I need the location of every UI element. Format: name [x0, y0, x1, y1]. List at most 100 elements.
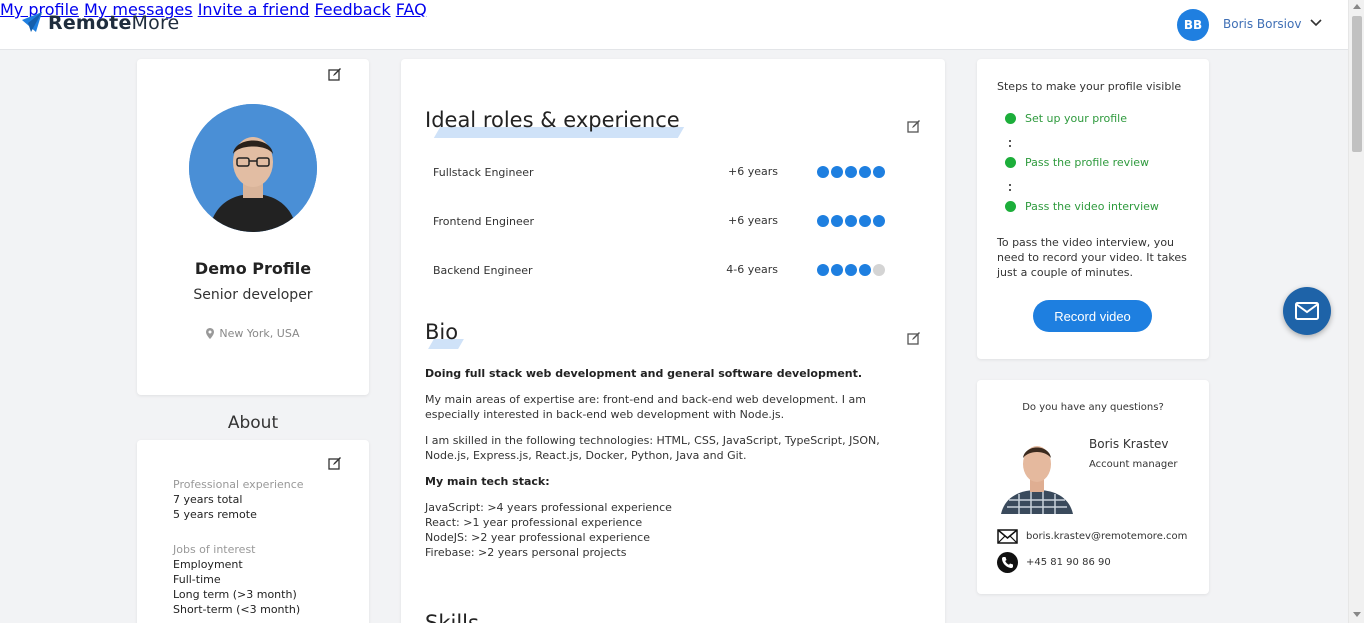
bio-stack-item: React: >1 year professional experience [425, 516, 643, 529]
role-name: Backend Engineer [433, 264, 533, 277]
level-dot-filled [817, 264, 829, 276]
bio-stack-item: Firebase: >2 years personal projects [425, 546, 627, 559]
contact-email[interactable]: boris.krastev@remotemore.com [997, 529, 1187, 544]
level-dot-filled [859, 166, 871, 178]
level-dot-filled [845, 215, 857, 227]
nav-invite-friend[interactable]: Invite a friend [198, 0, 310, 19]
manager-role: Account manager [1089, 459, 1178, 470]
about-value: Long term (>3 month) [173, 588, 297, 601]
bio-paragraph: My main areas of expertise are: front-en… [425, 393, 866, 421]
about-experience: Professional experience 7 years total 5 … [173, 477, 304, 522]
roles-title: Ideal roles & experience [425, 108, 680, 132]
record-video-button[interactable]: Record video [1033, 300, 1152, 332]
step-item: Pass the profile review [1005, 156, 1149, 169]
contact-card: Do you have any questions? Boris Krastev… [977, 380, 1209, 594]
about-card: Professional experience 7 years total 5 … [137, 440, 369, 623]
paper-plane-icon [22, 12, 42, 32]
scroll-down-arrow[interactable] [1353, 612, 1361, 617]
contact-phone[interactable]: +45 81 90 86 90 [997, 552, 1111, 573]
envelope-icon [997, 529, 1018, 544]
level-dot-empty [873, 264, 885, 276]
edit-icon[interactable] [907, 331, 921, 345]
chat-button[interactable] [1283, 287, 1331, 335]
scroll-up-arrow[interactable] [1353, 4, 1361, 9]
logo-text: RemoteMore [48, 12, 180, 34]
check-dot-icon [1005, 201, 1016, 212]
role-years: +6 years [728, 214, 778, 227]
email-text[interactable]: boris.krastev@remotemore.com [1026, 531, 1187, 542]
top-bar: RemoteMore My profile My messages Invite… [0, 0, 1348, 50]
role-years: 4-6 years [726, 263, 778, 276]
user-name[interactable]: Boris Borsiov [1223, 17, 1301, 31]
step-label: Pass the profile review [1025, 156, 1150, 169]
nav-feedback[interactable]: Feedback [314, 0, 390, 19]
check-dot-icon [1005, 157, 1016, 168]
role-level [817, 264, 887, 276]
phone-icon [997, 552, 1018, 573]
profile-name: Demo Profile [194, 259, 312, 278]
role-name: Fullstack Engineer [433, 166, 534, 179]
step-connector [1009, 140, 1012, 150]
about-label: Jobs of interest [173, 543, 256, 556]
main-card: Ideal roles & experience Fullstack Engin… [401, 59, 945, 623]
step-label: Pass the video interview [1025, 200, 1159, 213]
level-dot-filled [817, 166, 829, 178]
manager-name: Boris Krastev [1089, 437, 1169, 451]
logo[interactable]: RemoteMore [22, 12, 179, 34]
level-dot-filled [831, 264, 843, 276]
bio-stack-title: My main tech stack: [425, 475, 550, 488]
steps-note: To pass the video interview, you need to… [997, 236, 1187, 279]
about-value: Full-time [173, 573, 221, 586]
step-item: Set up your profile [1005, 112, 1127, 125]
steps-heading: Steps to make your profile visible [997, 80, 1182, 93]
role-level [817, 166, 887, 178]
role-row: Frontend Engineer +6 years [433, 211, 893, 231]
level-dot-filled [817, 215, 829, 227]
edit-icon[interactable] [328, 456, 342, 470]
step-connector [1009, 184, 1012, 194]
edit-icon[interactable] [907, 119, 921, 133]
bio-stack-item: NodeJS: >2 year professional experience [425, 531, 651, 544]
role-level [817, 215, 887, 227]
profile-location: New York, USA [137, 327, 369, 340]
location-text: New York, USA [219, 327, 300, 340]
edit-icon[interactable] [328, 67, 342, 81]
chevron-down-icon[interactable] [1310, 19, 1322, 27]
level-dot-filled [859, 215, 871, 227]
check-dot-icon [1005, 113, 1016, 124]
about-label: Professional experience [173, 478, 304, 491]
about-value: 7 years total [173, 493, 243, 506]
about-title: About [227, 413, 279, 433]
profile-photo [189, 104, 317, 232]
bio-paragraph: I am skilled in the following technologi… [425, 434, 880, 462]
role-row: Backend Engineer 4-6 years [433, 260, 893, 280]
scrollbar[interactable] [1348, 0, 1364, 623]
skills-title: Skills [425, 611, 479, 623]
nav-faq[interactable]: FAQ [396, 0, 427, 19]
profile-card: Demo Profile Senior developer New York, … [137, 59, 369, 395]
phone-text[interactable]: +45 81 90 86 90 [1026, 557, 1111, 568]
bio-text: Doing full stack web development and gen… [425, 366, 895, 560]
manager-photo [999, 436, 1075, 514]
about-value: Employment [173, 558, 243, 571]
profile-title: Senior developer [193, 287, 313, 303]
user-avatar[interactable]: BB [1177, 9, 1209, 41]
level-dot-filled [845, 264, 857, 276]
contact-question: Do you have any questions? [1022, 402, 1164, 413]
role-name: Frontend Engineer [433, 215, 535, 228]
level-dot-filled [845, 166, 857, 178]
envelope-icon [1295, 302, 1319, 320]
level-dot-filled [859, 264, 871, 276]
level-dot-filled [873, 166, 885, 178]
bio-headline: Doing full stack web development and gen… [425, 367, 863, 380]
bio-title: Bio [425, 320, 459, 344]
level-dot-filled [831, 215, 843, 227]
step-label: Set up your profile [1025, 112, 1127, 125]
location-pin-icon [206, 328, 215, 339]
about-value: Short-term (<3 month) [173, 603, 301, 616]
bio-stack-item: JavaScript: >4 years professional experi… [425, 501, 672, 514]
about-value: 5 years remote [173, 508, 257, 521]
step-item: Pass the video interview [1005, 200, 1159, 213]
scroll-thumb[interactable] [1352, 16, 1362, 152]
level-dot-filled [831, 166, 843, 178]
